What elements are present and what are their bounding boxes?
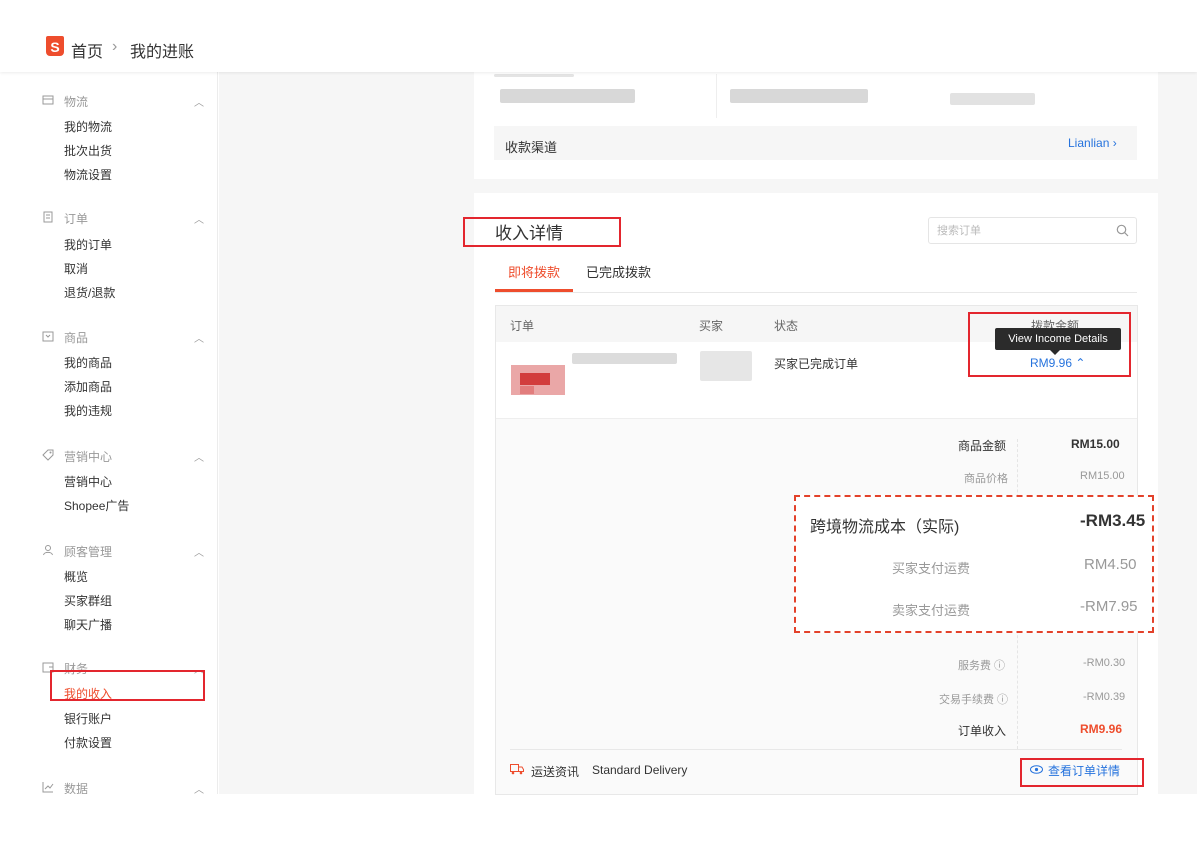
blurred-order-id xyxy=(572,353,677,364)
sidebar-section-orders[interactable]: 订单 xyxy=(64,210,88,227)
user-icon xyxy=(43,545,53,556)
shopee-logo-icon[interactable]: S xyxy=(46,36,64,56)
tab-upcoming-payout[interactable]: 即将拨款 xyxy=(508,262,560,281)
sidebar-item-my-logistics[interactable]: 我的物流 xyxy=(64,118,112,135)
top-header: S 首页 › 我的进账 xyxy=(0,0,1197,72)
order-search-box[interactable] xyxy=(928,217,1137,244)
blurred-buyer xyxy=(700,351,752,381)
shipping-cost-value: -RM3.45 xyxy=(1080,511,1146,530)
annotation-box-my-income xyxy=(50,670,205,701)
service-fee-value: -RM0.30 xyxy=(1083,657,1126,669)
sidebar-section-customers[interactable]: 顾客管理 xyxy=(64,543,112,560)
column-header-order: 订单 xyxy=(510,319,535,333)
sidebar-item-payment-settings[interactable]: 付款设置 xyxy=(64,734,112,751)
sidebar-section-logistics[interactable]: 物流 xyxy=(64,93,88,110)
transaction-fee-label: 交易手续费 ⓘ xyxy=(939,694,1009,706)
sidebar-item-cancel[interactable]: 取消 xyxy=(64,260,88,277)
breadcrumb-current: 我的进账 xyxy=(130,44,195,61)
sidebar-item-buyer-groups[interactable]: 买家群组 xyxy=(64,592,112,609)
seller-paid-shipping-value: -RM7.95 xyxy=(1080,598,1138,615)
buyer-paid-shipping-value: RM4.50 xyxy=(1084,556,1137,573)
order-income-label: 订单收入 xyxy=(958,724,1007,738)
column-header-status: 状态 xyxy=(774,319,799,333)
shipping-method: Standard Delivery xyxy=(592,763,688,777)
product-amount-label: 商品金额 xyxy=(958,439,1007,453)
divider xyxy=(716,74,717,118)
shipping-cost-zoom-callout: 跨境物流成本（实际) -RM3.45 买家支付运费 RM4.50 卖家支付运费 … xyxy=(794,495,1154,633)
blurred-value xyxy=(730,89,868,103)
payment-channel-row[interactable] xyxy=(494,126,1137,160)
search-icon[interactable] xyxy=(1116,224,1129,237)
tag-icon xyxy=(42,449,54,461)
sidebar-section-data[interactable]: 数据 xyxy=(64,780,88,794)
chevron-up-icon[interactable]: ︿ xyxy=(194,211,204,226)
annotation-box-view-order-details xyxy=(1020,758,1144,787)
tabs-divider xyxy=(495,292,1137,293)
annotation-box-payout-amount xyxy=(968,312,1131,377)
product-thumbnail-detail xyxy=(520,373,550,385)
seller-paid-shipping-label: 卖家支付运费 xyxy=(892,603,971,618)
buyer-paid-shipping-label: 买家支付运费 xyxy=(892,561,971,576)
blurred-value xyxy=(950,93,1035,105)
chevron-up-icon[interactable]: ︿ xyxy=(194,544,204,559)
annotation-box-income-title xyxy=(463,217,621,247)
order-search-input[interactable] xyxy=(937,223,1107,239)
breadcrumb-home[interactable]: 首页 xyxy=(71,38,103,62)
sidebar-section-marketing[interactable]: 营销中心 xyxy=(64,448,112,465)
product-icon xyxy=(42,331,54,342)
sidebar-item-batch-shipping[interactable]: 批次出货 xyxy=(64,142,112,159)
shipping-cost-label: 跨境物流成本（实际) xyxy=(810,519,960,536)
chevron-up-icon[interactable]: ︿ xyxy=(194,94,204,109)
sidebar-item-my-orders[interactable]: 我的订单 xyxy=(64,236,112,253)
blurred-value xyxy=(500,89,635,103)
sidebar-item-my-products[interactable]: 我的商品 xyxy=(64,354,112,371)
product-amount-value: RM15.00 xyxy=(1071,437,1120,451)
divider xyxy=(510,749,1122,750)
order-income-value: RM9.96 xyxy=(1080,722,1123,736)
product-price-label: 商品价格 xyxy=(964,473,1008,485)
sidebar-item-overview[interactable]: 概览 xyxy=(64,568,88,585)
transaction-fee-value: -RM0.39 xyxy=(1083,691,1126,703)
column-header-buyer: 买家 xyxy=(699,319,724,333)
sidebar-item-violations[interactable]: 我的违规 xyxy=(64,402,112,419)
sidebar-item-returns[interactable]: 退货/退款 xyxy=(64,284,115,301)
sidebar-item-marketing-center[interactable]: 营销中心 xyxy=(64,473,112,490)
order-icon xyxy=(43,211,53,223)
sidebar-item-shopee-ads[interactable]: Shopee广告 xyxy=(64,497,129,514)
sidebar-item-logistics-settings[interactable]: 物流设置 xyxy=(64,166,112,183)
order-status: 买家已完成订单 xyxy=(774,357,859,371)
chevron-up-icon[interactable]: ︿ xyxy=(194,781,204,794)
chevron-up-icon[interactable]: ︿ xyxy=(194,449,204,464)
shipping-info-label: 运送资讯 xyxy=(531,765,580,779)
blurred-label xyxy=(494,74,574,77)
chevron-up-icon[interactable]: ︿ xyxy=(194,330,204,345)
chart-icon xyxy=(42,782,54,793)
product-thumbnail-detail xyxy=(520,386,534,394)
sidebar-section-products[interactable]: 商品 xyxy=(64,329,88,346)
truck-icon xyxy=(510,764,524,775)
breadcrumb-separator-icon: › xyxy=(112,38,118,55)
payment-channel-label: 收款渠道 xyxy=(505,140,558,155)
truck-icon xyxy=(42,95,54,105)
sidebar-item-add-product[interactable]: 添加商品 xyxy=(64,378,112,395)
sidebar-item-bank-account[interactable]: 银行账户 xyxy=(64,710,112,727)
sidebar-item-chat-broadcast[interactable]: 聊天广播 xyxy=(64,616,112,633)
service-fee-label: 服务费 ⓘ xyxy=(958,660,1006,672)
tab-completed-payout[interactable]: 已完成拨款 xyxy=(586,262,651,281)
product-price-value: RM15.00 xyxy=(1080,470,1125,482)
payment-channel-link[interactable]: Lianlian › xyxy=(1068,136,1117,150)
